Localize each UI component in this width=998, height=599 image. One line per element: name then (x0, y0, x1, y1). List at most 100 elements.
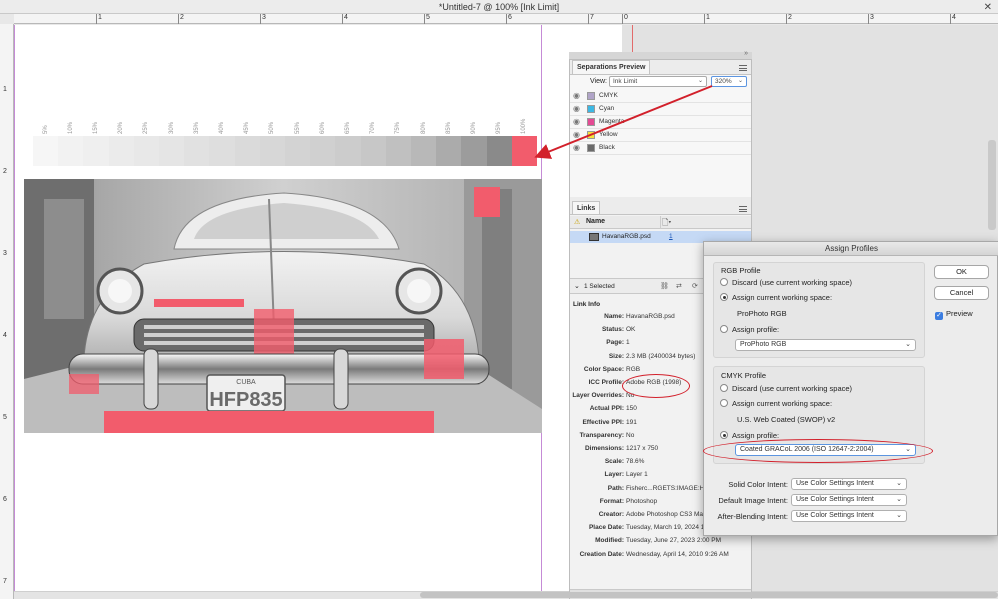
radio-icon[interactable] (720, 278, 728, 286)
plate-country: CUBA (236, 379, 256, 386)
horizontal-scrollbar-thumb[interactable] (420, 592, 998, 598)
radio-icon[interactable] (720, 399, 728, 407)
cmyk-assign-profile-radio[interactable]: Assign profile: (720, 431, 779, 440)
ink-swatch (108, 136, 134, 166)
ink-color-swatch (587, 144, 595, 152)
eye-icon[interactable]: ◉ (573, 143, 580, 152)
separation-item[interactable]: ◉ CMYK (570, 90, 751, 103)
rgb-assign-current-radio[interactable]: Assign current working space: (720, 293, 832, 302)
page-column-icon[interactable]: 🗋▾ (662, 217, 671, 231)
cancel-button[interactable]: Cancel (934, 286, 989, 300)
ink-swatch (33, 136, 59, 166)
view-select-value: Ink Limit (613, 78, 638, 85)
ruler-number: 1 (706, 14, 710, 21)
ink-swatch (436, 136, 462, 166)
ink-swatch (360, 136, 386, 166)
radio-icon[interactable] (720, 325, 728, 333)
ink-swatch-label: 80% (420, 121, 427, 134)
link-info-value: 78.6% (626, 458, 645, 466)
ok-button[interactable]: OK (934, 265, 989, 279)
eye-icon[interactable]: ◉ (573, 117, 580, 126)
expand-info-icon[interactable]: ⌄ (574, 282, 580, 290)
tab-links[interactable]: Links (572, 201, 601, 215)
close-icon[interactable]: ✕ (984, 1, 992, 15)
ink-swatch-label: 50% (269, 121, 276, 134)
chevron-down-icon: ⌄ (896, 480, 902, 487)
panels-dock-header[interactable]: » (569, 50, 752, 60)
ink-swatch-label: 35% (193, 121, 200, 134)
link-info-value: Fisherc...RGETS:IMAGE:Hav (626, 484, 712, 492)
ink-swatch-label: 100% (521, 118, 528, 134)
tab-separations-preview[interactable]: Separations Preview (572, 60, 651, 74)
chevron-down-icon: ⌄ (737, 78, 743, 84)
link-info-key: Creation Date: (579, 550, 624, 558)
links-column-name[interactable]: Name (586, 218, 605, 225)
panel-menu-icon[interactable] (739, 65, 747, 71)
separation-item[interactable]: ◉ Cyan (570, 103, 751, 116)
vertical-scrollbar-thumb[interactable] (988, 140, 996, 230)
link-file-name: HavanaRGB.psd (602, 233, 651, 240)
link-info-key: Actual PPI: (589, 405, 624, 413)
horizontal-ruler[interactable]: 1 2 3 4 5 6 7 0 1 2 3 4 (14, 14, 998, 24)
radio-icon[interactable] (720, 431, 728, 439)
ink-swatch-label: 10% (67, 121, 74, 134)
ink-swatch (133, 136, 160, 166)
link-info-key: Status: (601, 326, 624, 334)
link-info-key: Effective PPI: (582, 418, 624, 426)
preview-checkbox[interactable]: ✓ Preview (935, 309, 973, 320)
cmyk-profile-title: CMYK Profile (721, 371, 767, 380)
vertical-ruler[interactable]: 1 2 3 4 5 6 7 (0, 24, 14, 599)
radio-icon[interactable] (720, 384, 728, 392)
ruler-number: 1 (3, 86, 7, 93)
ink-swatch-labels: 5% 10% 15% 20% 25% 30% 35% 40% 45% 50% 55% 60% 65% 70… (33, 114, 537, 134)
ink-swatch (234, 136, 260, 166)
link-info-value: OK (626, 326, 636, 334)
preview-label: Preview (946, 309, 973, 318)
rgb-profile-select-value: ProPhoto RGB (740, 341, 787, 348)
ruler-number: 3 (870, 14, 874, 21)
after-blending-intent-select[interactable]: Use Color Settings Intent ⌄ (791, 510, 907, 522)
link-info-key: Place Date: (588, 524, 624, 532)
ink-color-swatch (587, 92, 595, 100)
link-page-number[interactable]: 1 (669, 233, 673, 240)
radio-icon[interactable] (720, 293, 728, 301)
solid-color-intent-select[interactable]: Use Color Settings Intent ⌄ (791, 478, 907, 490)
link-info-key: Format: (599, 497, 624, 505)
default-image-intent-select[interactable]: Use Color Settings Intent ⌄ (791, 494, 907, 506)
go-to-link-icon[interactable]: ⇄ (676, 282, 682, 290)
ink-swatch-label: 45% (244, 121, 251, 134)
view-select[interactable]: Ink Limit ⌄ (609, 76, 707, 87)
checkmark-icon[interactable]: ✓ (935, 312, 943, 320)
link-info-value: Adobe Photoshop CS3 Mac (626, 511, 707, 518)
link-info-key: Path: (607, 484, 624, 492)
separation-item[interactable]: ◉ Yellow (570, 129, 751, 142)
panel-menu-icon[interactable] (739, 206, 747, 212)
cmyk-assign-current-radio[interactable]: Assign current working space: (720, 399, 832, 408)
collapse-icon[interactable]: » (744, 50, 748, 57)
cmyk-discard-radio[interactable]: Discard (use current working space) (720, 384, 852, 393)
ruler-number: 5 (426, 14, 430, 21)
ink-swatch-label: 70% (370, 121, 377, 134)
placed-image-havana[interactable]: CUBA HFP835 (24, 179, 542, 433)
rgb-discard-radio[interactable]: Discard (use current working space) (720, 278, 852, 287)
ruler-number: 4 (3, 332, 7, 339)
rgb-assign-profile-radio[interactable]: Assign profile: (720, 325, 779, 334)
ink-swatch (486, 136, 512, 166)
ink-swatch-label: 75% (395, 121, 402, 134)
ink-limit-input[interactable]: 320% ⌄ (711, 76, 747, 87)
margin-guide-left (14, 25, 15, 591)
link-info-title: Link Info (573, 301, 601, 308)
separation-item[interactable]: ◉ Black (570, 142, 751, 155)
rgb-profile-select[interactable]: ProPhoto RGB ⌄ (735, 339, 916, 351)
update-link-icon[interactable]: ⟳ (692, 282, 698, 290)
ink-swatch (209, 136, 235, 166)
eye-icon[interactable]: ◉ (573, 91, 580, 100)
separation-item[interactable]: ◉ Magenta (570, 116, 751, 129)
eye-icon[interactable]: ◉ (573, 130, 580, 139)
eye-icon[interactable]: ◉ (573, 104, 580, 113)
ruler-number: 6 (3, 496, 7, 503)
plate-number: HFP835 (209, 389, 282, 411)
car-photo: CUBA HFP835 (24, 179, 542, 433)
ink-swatch-strip[interactable] (33, 136, 538, 166)
relink-icon[interactable]: ⛓ (660, 282, 669, 290)
